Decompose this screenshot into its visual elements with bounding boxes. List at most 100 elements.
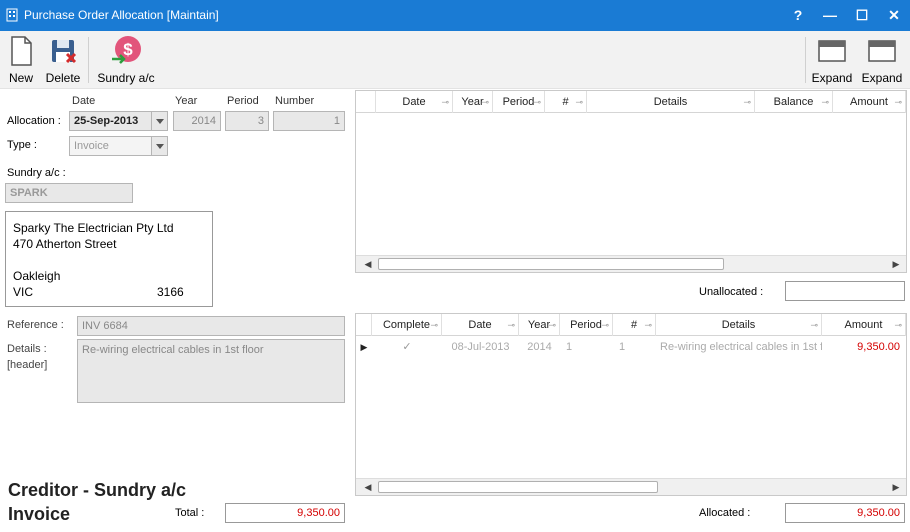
table-row[interactable]: ▶ ✓ 08-Jul-2013 2014 1 1 Re-wiring elect… (356, 337, 906, 357)
address-line-4: Oakleigh (13, 269, 61, 283)
pin-icon[interactable]: ⊸ (894, 314, 902, 336)
new-document-icon (11, 36, 32, 66)
column-label: Amount (844, 319, 883, 331)
allocated-field: 9,350.00 (785, 503, 905, 523)
chevron-down-icon[interactable] (151, 112, 167, 130)
column-period[interactable]: Period ⊸ (560, 314, 613, 336)
reference-field[interactable]: INV 6684 (77, 316, 345, 336)
number-header: Number (275, 95, 315, 107)
horizontal-scrollbar[interactable]: ◀ ▶ (356, 255, 906, 272)
type-select[interactable]: Invoice (69, 136, 168, 156)
pin-icon[interactable]: ⊸ (743, 91, 751, 113)
column-year[interactable]: Year ⊸ (519, 314, 560, 336)
pin-icon[interactable]: ⊸ (894, 91, 902, 113)
pin-icon[interactable]: ⊸ (810, 314, 818, 336)
help-button[interactable]: ? (782, 0, 814, 31)
expand-icon (868, 40, 896, 62)
period-field: 3 (225, 111, 269, 131)
pin-icon[interactable]: ⊸ (644, 314, 652, 336)
scroll-thumb[interactable] (378, 258, 724, 270)
form-title-line-1: Creditor - Sundry a/c (8, 480, 187, 500)
scroll-left-icon[interactable]: ◀ (362, 481, 374, 493)
new-button[interactable]: New (4, 35, 38, 85)
allocation-date-field[interactable]: 25-Sep-2013 (69, 111, 168, 131)
form-title-line-2: Invoice (8, 504, 71, 524)
scroll-thumb[interactable] (378, 481, 658, 493)
pin-icon[interactable]: ⊸ (441, 91, 449, 113)
expand-icon (818, 40, 846, 62)
pin-icon[interactable]: ⊸ (430, 314, 438, 336)
year-header: Year (175, 95, 198, 107)
horizontal-scrollbar[interactable]: ◀ ▶ (356, 478, 906, 495)
pin-icon[interactable]: ⊸ (481, 91, 489, 113)
reference-label: Reference : (7, 319, 64, 331)
column-label: Period (502, 96, 535, 108)
row-amount: 9,350.00 (857, 341, 900, 353)
pin-icon[interactable]: ⊸ (821, 91, 829, 113)
pin-icon[interactable]: ⊸ (601, 314, 609, 336)
allocation-grid[interactable]: Date ⊸ Year ⊸ Period ⊸ # ⊸ Details ⊸ Balance ⊸… (355, 90, 907, 273)
unallocated-label: Unallocated : (699, 286, 764, 298)
column-number[interactable]: # ⊸ (613, 314, 656, 336)
chevron-down-icon[interactable] (151, 137, 167, 155)
allocation-date-value: 25-Sep-2013 (74, 115, 139, 127)
scroll-right-icon[interactable]: ▶ (890, 481, 902, 493)
delete-button[interactable]: Delete (44, 35, 82, 85)
new-label: New (8, 71, 33, 85)
column-label: Details (721, 319, 756, 331)
type-value: Invoice (74, 140, 109, 152)
invoice-grid-header: Complete ⊸ Date ⊸ Year ⊸ Period ⊸ # ⊸ Details… (356, 314, 906, 336)
window-title: Purchase Order Allocation [Maintain] (24, 8, 219, 22)
toolbar-separator (88, 37, 89, 83)
close-button[interactable]: ✕ (878, 0, 910, 31)
svg-text:$: $ (123, 40, 133, 59)
column-number[interactable]: # ⊸ (545, 91, 587, 113)
sundry-button[interactable]: $ Sundry a/c (95, 35, 157, 85)
column-label: Balance (773, 96, 814, 108)
pin-icon[interactable]: ⊸ (507, 314, 515, 336)
column-label: Amount (850, 96, 888, 108)
pin-icon[interactable]: ⊸ (548, 314, 556, 336)
year-field: 2014 (173, 111, 221, 131)
allocation-grid-header: Date ⊸ Year ⊸ Period ⊸ # ⊸ Details ⊸ Balance ⊸… (356, 91, 906, 113)
column-label: Details (653, 96, 688, 108)
details-field[interactable]: Re-wiring electrical cables in 1st floor (77, 339, 345, 403)
column-label: Period (570, 319, 602, 331)
row-selector-header (356, 91, 376, 113)
maximize-button[interactable]: ☐ (846, 0, 878, 31)
toolbar-separator (805, 37, 806, 83)
column-period[interactable]: Period ⊸ (493, 91, 545, 113)
column-label: # (562, 96, 569, 108)
scroll-left-icon[interactable]: ◀ (362, 258, 374, 270)
pin-icon[interactable]: ⊸ (533, 91, 541, 113)
complete-checkbox[interactable]: ✓ (372, 337, 442, 357)
column-amount[interactable]: Amount ⊸ (822, 314, 906, 336)
date-header: Date (72, 95, 96, 107)
expand-top-button[interactable]: Expand (810, 35, 854, 85)
column-complete[interactable]: Complete ⊸ (372, 314, 442, 336)
type-label: Type : (7, 139, 37, 151)
column-date[interactable]: Date ⊸ (442, 314, 519, 336)
invoice-grid[interactable]: Complete ⊸ Date ⊸ Year ⊸ Period ⊸ # ⊸ Details… (355, 313, 907, 496)
column-label: Year (527, 319, 551, 331)
building-icon (6, 8, 18, 22)
column-details[interactable]: Details ⊸ (656, 314, 822, 336)
column-date[interactable]: Date ⊸ (376, 91, 453, 113)
pin-icon[interactable]: ⊸ (575, 91, 583, 113)
allocation-label: Allocation : (7, 115, 61, 127)
scroll-right-icon[interactable]: ▶ (890, 258, 902, 270)
delete-label: Delete (45, 71, 81, 85)
column-label: Year (461, 96, 484, 108)
address-postcode: 3166 (157, 285, 184, 299)
minimize-button[interactable]: — (814, 0, 846, 31)
expand-bottom-button[interactable]: Expand (860, 35, 904, 85)
column-details[interactable]: Details ⊸ (587, 91, 755, 113)
delete-disk-icon (52, 40, 77, 64)
column-balance[interactable]: Balance ⊸ (755, 91, 833, 113)
sundry-account-label: Sundry a/c : (7, 167, 66, 179)
column-year[interactable]: Year ⊸ (453, 91, 493, 113)
column-amount[interactable]: Amount ⊸ (833, 91, 906, 113)
details-sublabel: [header] (7, 359, 48, 371)
sundry-label: Sundry a/c (97, 71, 155, 85)
total-field: 9,350.00 (225, 503, 345, 523)
